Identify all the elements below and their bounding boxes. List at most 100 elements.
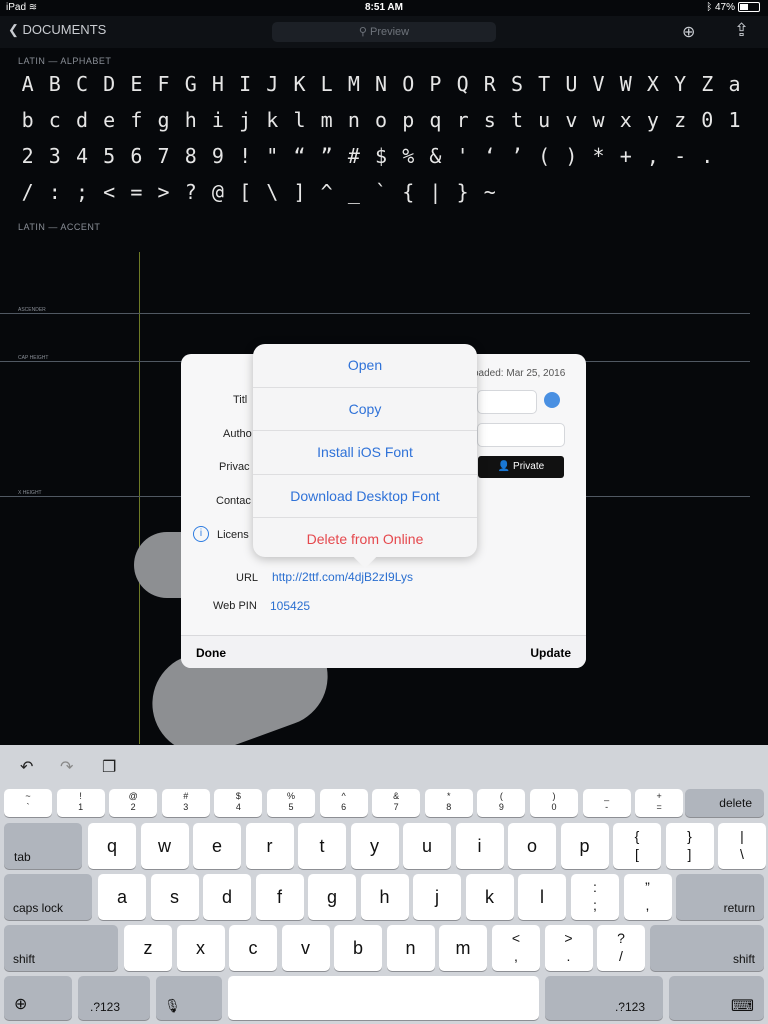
glyph-cell[interactable]: W bbox=[612, 72, 639, 96]
glyph-cell[interactable]: s bbox=[476, 108, 503, 132]
key-p[interactable]: p bbox=[560, 823, 609, 869]
url-link[interactable]: http://2ttf.com/4djB2zI9Lys bbox=[272, 570, 413, 584]
glyph-cell[interactable]: ” bbox=[313, 144, 340, 168]
glyph-cell[interactable]: 2 bbox=[14, 144, 41, 168]
glyph-cell[interactable]: ' bbox=[449, 144, 476, 168]
delete-key[interactable]: delete bbox=[685, 789, 764, 817]
glyph-cell[interactable]: e bbox=[96, 108, 123, 132]
paste-icon[interactable]: ❐ bbox=[102, 757, 116, 777]
glyph-cell[interactable]: b bbox=[14, 108, 41, 132]
glyph-cell[interactable]: ~ bbox=[476, 180, 503, 204]
caps-lock-key[interactable]: caps lock bbox=[4, 874, 92, 920]
key-u[interactable]: u bbox=[403, 823, 451, 869]
glyph-cell[interactable]: C bbox=[68, 72, 95, 96]
glyph-cell[interactable]: S bbox=[503, 72, 530, 96]
glyph-cell[interactable]: u bbox=[531, 108, 558, 132]
glyph-cell[interactable]: q bbox=[422, 108, 449, 132]
glyph-cell[interactable]: T bbox=[531, 72, 558, 96]
glyph-cell[interactable]: 1 bbox=[721, 108, 748, 132]
key-sym[interactable]: :; bbox=[571, 874, 619, 920]
glyph-cell[interactable]: ? bbox=[177, 180, 204, 204]
key-v[interactable]: v bbox=[281, 925, 330, 971]
glyph-cell[interactable]: Q bbox=[449, 72, 476, 96]
key-c[interactable]: c bbox=[229, 925, 277, 971]
glyph-cell[interactable]: l bbox=[286, 108, 313, 132]
glyph-cell[interactable]: n bbox=[340, 108, 367, 132]
glyph-cell[interactable]: P bbox=[422, 72, 449, 96]
glyph-cell[interactable]: * bbox=[585, 144, 612, 168]
glyph-cell[interactable]: J bbox=[259, 72, 286, 96]
glyph-cell[interactable]: 0 bbox=[694, 108, 721, 132]
key-s[interactable]: s bbox=[150, 874, 199, 920]
menu-item-download-desktop-font[interactable]: Download Desktop Font bbox=[253, 475, 477, 519]
glyph-cell[interactable]: - bbox=[667, 144, 694, 168]
update-button[interactable]: Update bbox=[530, 646, 571, 660]
glyph-cell[interactable]: p bbox=[395, 108, 422, 132]
key-sym[interactable]: <, bbox=[492, 925, 540, 971]
key-w[interactable]: w bbox=[140, 823, 189, 869]
glyph-cell[interactable]: B bbox=[41, 72, 68, 96]
space-key[interactable] bbox=[228, 976, 539, 1020]
glyph-cell[interactable]: O bbox=[395, 72, 422, 96]
glyph-cell[interactable]: X bbox=[639, 72, 666, 96]
glyph-cell[interactable]: A bbox=[14, 72, 41, 96]
glyph-cell[interactable]: c bbox=[41, 108, 68, 132]
key-j[interactable]: j bbox=[413, 874, 461, 920]
key-sym[interactable]: }] bbox=[665, 823, 714, 869]
key-l[interactable]: l bbox=[518, 874, 566, 920]
key-e[interactable]: e bbox=[193, 823, 241, 869]
glyph-cell[interactable]: 9 bbox=[204, 144, 231, 168]
glyph-cell[interactable]: ’ bbox=[503, 144, 530, 168]
glyph-cell[interactable]: “ bbox=[286, 144, 313, 168]
glyph-cell[interactable]: L bbox=[313, 72, 340, 96]
key-q[interactable]: q bbox=[88, 823, 136, 869]
glyph-cell[interactable]: Z bbox=[694, 72, 721, 96]
key-5[interactable]: % 5 bbox=[267, 789, 315, 817]
glyph-cell[interactable]: g bbox=[150, 108, 177, 132]
preview-search[interactable]: ⚲ Preview bbox=[272, 22, 496, 42]
shift-key-left[interactable]: shift bbox=[4, 925, 118, 971]
glyph-cell[interactable]: N bbox=[367, 72, 394, 96]
glyph-cell[interactable]: 3 bbox=[41, 144, 68, 168]
glyph-cell[interactable]: G bbox=[177, 72, 204, 96]
glyph-cell[interactable]: ) bbox=[558, 144, 585, 168]
glyph-cell[interactable]: ; bbox=[68, 180, 95, 204]
glyph-cell[interactable]: } bbox=[449, 180, 476, 204]
glyph-cell[interactable]: # bbox=[340, 144, 367, 168]
glyph-cell[interactable]: { bbox=[395, 180, 422, 204]
undo-icon[interactable]: ↶ bbox=[20, 757, 33, 777]
glyph-cell[interactable]: 7 bbox=[150, 144, 177, 168]
key-g[interactable]: g bbox=[308, 874, 356, 920]
key-r[interactable]: r bbox=[245, 823, 294, 869]
key-b[interactable]: b bbox=[334, 925, 382, 971]
glyph-cell[interactable]: w bbox=[585, 108, 612, 132]
glyph-cell[interactable]: < bbox=[96, 180, 123, 204]
glyph-cell[interactable]: f bbox=[123, 108, 150, 132]
globe-icon[interactable]: ⊕ bbox=[682, 22, 695, 42]
glyph-cell[interactable]: [ bbox=[232, 180, 259, 204]
key-n[interactable]: n bbox=[386, 925, 435, 971]
menu-item-copy[interactable]: Copy bbox=[253, 388, 477, 432]
key-x[interactable]: x bbox=[176, 925, 225, 971]
glyph-cell[interactable]: R bbox=[476, 72, 503, 96]
glyph-cell[interactable]: a bbox=[721, 72, 748, 96]
glyph-cell[interactable]: | bbox=[422, 180, 449, 204]
glyph-cell[interactable]: 5 bbox=[96, 144, 123, 168]
key-t[interactable]: t bbox=[298, 823, 346, 869]
glyph-cell[interactable]: d bbox=[68, 108, 95, 132]
glyph-cell[interactable]: ( bbox=[531, 144, 558, 168]
key-9[interactable]: (9 bbox=[477, 789, 526, 817]
dictation-key[interactable]: 🎙 bbox=[156, 976, 222, 1020]
key-a[interactable]: a bbox=[98, 874, 146, 920]
glyph-cell[interactable]: t bbox=[503, 108, 530, 132]
menu-item-install-ios-font[interactable]: Install iOS Font bbox=[253, 431, 477, 475]
glyph-cell[interactable]: & bbox=[422, 144, 449, 168]
key-8[interactable]: * 8 bbox=[424, 789, 473, 817]
key-sym[interactable]: {[ bbox=[613, 823, 661, 869]
glyph-cell[interactable]: m bbox=[313, 108, 340, 132]
share-icon[interactable]: ⇪ bbox=[734, 20, 749, 41]
glyph-cell[interactable]: V bbox=[585, 72, 612, 96]
key-2[interactable]: @2 bbox=[109, 789, 158, 817]
numbers-key-right[interactable]: .?123 bbox=[545, 976, 663, 1020]
glyph-cell[interactable]: = bbox=[123, 180, 150, 204]
